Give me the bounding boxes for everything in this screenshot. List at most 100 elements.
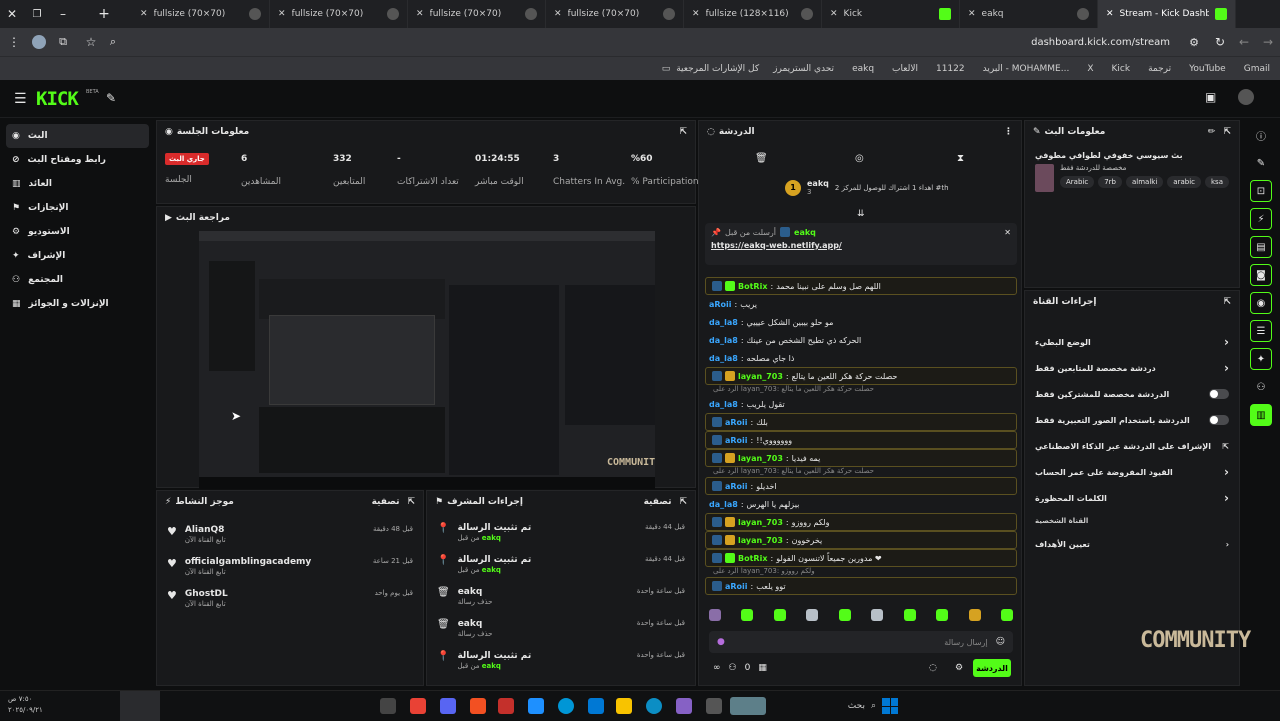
chat-message[interactable]: da_la8: الحركه ذي تطيح الشخص من عينك	[703, 331, 1019, 349]
taskbar-search[interactable]: بحث ⌕	[780, 695, 876, 717]
mod-action-item[interactable]: 🗑 eakq حذف رسالة قبل ساعة واحدة	[427, 581, 695, 613]
bookmark-item[interactable]: Gmail	[1244, 64, 1270, 74]
calendar-icon[interactable]: ▦	[758, 663, 767, 673]
stream-tag[interactable]: Arabic	[1060, 176, 1095, 188]
close-window-icon[interactable]: ✕	[0, 7, 24, 21]
close-tab-icon[interactable]: ✕	[1106, 9, 1114, 19]
close-tab-icon[interactable]: ✕	[140, 9, 148, 19]
gift-leaderboard[interactable]: 1 eakq 3 اهداء 1 اشتراك للوصول للمركز 2 #…	[785, 179, 949, 196]
gear-icon[interactable]: ⚙	[955, 663, 963, 673]
chat-username[interactable]: aRoii	[725, 436, 748, 445]
channel-setting-row[interactable]: الدردشة مخصصة للمشتركين فقط	[1025, 381, 1239, 407]
chat-username[interactable]: da_la8	[709, 318, 738, 327]
capture-icon[interactable]: ⊡	[1250, 180, 1272, 202]
close-tab-icon[interactable]: ✕	[692, 9, 700, 19]
channel-setting-row[interactable]: الكلمات المحظورة ›	[1025, 485, 1239, 511]
pinned-user[interactable]: eakq	[794, 228, 816, 237]
emote-icon[interactable]	[903, 609, 916, 621]
activity-user[interactable]: GhostDL	[185, 589, 228, 599]
app-icon[interactable]	[706, 698, 722, 714]
sidebar-item[interactable]: ◉ البث	[6, 124, 149, 148]
bookmark-star-icon[interactable]: ☆	[80, 35, 102, 49]
emote-icon[interactable]	[838, 609, 851, 621]
bookmark-item[interactable]: YouTube	[1189, 64, 1226, 74]
chat-username[interactable]: layan_703	[738, 454, 783, 463]
activity-item[interactable]: ♥ AlianQ8 تابع القناة الآن قبل 48 دقيقة	[157, 519, 423, 551]
chat-settings-bubble-icon[interactable]: ◌	[929, 663, 937, 673]
popout-icon[interactable]: ⇱	[679, 127, 687, 137]
wrench-icon[interactable]: ✦	[1250, 348, 1272, 370]
channel-setting-row[interactable]: الدردشة باستخدام الصور التعبيرية فقط	[1025, 407, 1239, 433]
chat-message[interactable]: layan_703: حصلت حركة هكر اللعين ما يتالع	[705, 367, 1017, 385]
send-chat-button[interactable]: الدردشة	[973, 659, 1011, 677]
sidebar-item[interactable]: ✦ الإشراف	[6, 244, 149, 268]
close-tab-icon[interactable]: ✕	[278, 9, 286, 19]
windows-start-icon[interactable]	[882, 698, 898, 714]
app-icon[interactable]	[676, 698, 692, 714]
mic-icon[interactable]: ●	[717, 637, 725, 647]
chat-message[interactable]: layan_703: ولكم رووزو	[705, 513, 1017, 531]
people-icon[interactable]: ⚇	[729, 663, 737, 673]
activity-user[interactable]: officialgamblingacademy	[185, 557, 311, 567]
emote-icon[interactable]	[709, 609, 721, 621]
sidebar-item[interactable]: ⚙ الاستوديو	[6, 220, 149, 244]
emoji-icon[interactable]: ☺	[996, 637, 1005, 647]
discord-icon[interactable]	[440, 698, 456, 714]
scroll-down-icon[interactable]: ⇊	[857, 209, 865, 219]
chat-username[interactable]: aRoii	[725, 418, 748, 427]
chat-message[interactable]: aRoii: توو يلعب	[705, 577, 1017, 595]
close-tab-icon[interactable]: ✕	[554, 9, 562, 19]
browser-tab[interactable]: ✕ fullsize (70×70)	[546, 0, 684, 28]
browser-tab[interactable]: ✕ fullsize (70×70)	[132, 0, 270, 28]
bookmark-item[interactable]: Kick	[1112, 64, 1131, 74]
chat-username[interactable]: aRoii	[725, 482, 748, 491]
list-icon[interactable]: ☰	[1250, 320, 1272, 342]
browser-tab[interactable]: ✕ fullsize (70×70)	[270, 0, 408, 28]
chat-username[interactable]: layan_703	[738, 518, 783, 527]
bookmark-item[interactable]: تحدي الستريمرز	[773, 64, 834, 74]
sidebar-item[interactable]: ⊘ رابط ومفتاح البث	[6, 148, 149, 172]
hamburger-icon[interactable]: ☰	[14, 91, 27, 107]
browser-tab[interactable]: ✕ fullsize (128×116)	[684, 0, 822, 28]
goals-row[interactable]: تعيين الأهداف ›	[1025, 531, 1239, 557]
sidebar-item[interactable]: ⚇ المجتمع	[6, 268, 149, 292]
app-icon[interactable]	[498, 698, 514, 714]
user-avatar[interactable]	[1238, 89, 1254, 105]
stream-tag[interactable]: 7rb	[1098, 176, 1122, 188]
channel-setting-row[interactable]: الوضع البطيء ›	[1025, 329, 1239, 355]
activity-item[interactable]: ♥ GhostDL تابع القناة الآن قبل يوم واحد	[157, 583, 423, 615]
lightning-icon[interactable]: ⚡	[1250, 208, 1272, 230]
popout-icon[interactable]: ⇱	[679, 497, 687, 507]
store-icon[interactable]	[588, 698, 604, 714]
chat-message[interactable]: aRoii: بلك	[705, 413, 1017, 431]
edge-icon[interactable]	[646, 698, 662, 714]
app-icon[interactable]	[528, 698, 544, 714]
emote-icon[interactable]	[968, 609, 981, 621]
all-bookmarks-folder[interactable]: ▭ كل الإشارات المرجعية	[652, 64, 759, 74]
site-settings-icon[interactable]: ⚙	[1180, 36, 1208, 49]
bookmark-item[interactable]: الالعاب	[892, 64, 918, 74]
timer-icon[interactable]: ⧗	[957, 153, 964, 164]
dashboard-icon[interactable]: ▣	[1205, 90, 1216, 104]
chat-username[interactable]: da_la8	[709, 354, 738, 363]
url-field[interactable]: dashboard.kick.com/stream	[124, 37, 1180, 48]
close-tab-icon[interactable]: ✕	[830, 9, 838, 19]
bookmark-item[interactable]: X	[1087, 64, 1093, 74]
hp-icon[interactable]	[558, 698, 574, 714]
weather-widget[interactable]	[730, 697, 766, 715]
document-icon[interactable]: ▤	[1250, 236, 1272, 258]
browser-tab[interactable]: ✕ Stream - Kick Dashboard	[1098, 0, 1236, 28]
emote-icon[interactable]	[871, 609, 884, 621]
emote-icon[interactable]	[806, 609, 819, 621]
chat-message[interactable]: aRoii: !!ووووووي	[705, 431, 1017, 449]
setting-toggle[interactable]	[1209, 415, 1229, 425]
chat-message[interactable]: da_la8: تقول يلريب	[703, 395, 1019, 413]
chat-message[interactable]: da_la8: ذا جاي مصلحه	[703, 349, 1019, 367]
chat-username[interactable]: layan_703	[738, 372, 783, 381]
close-tab-icon[interactable]: ✕	[968, 9, 976, 19]
pin-icon[interactable]: ✎	[106, 91, 116, 105]
extensions-icon[interactable]: ⧉	[46, 35, 80, 49]
chat-username[interactable]: aRoii	[725, 582, 748, 591]
app-icon[interactable]	[470, 698, 486, 714]
chat-message[interactable]: layan_703: يمه فيديا	[705, 449, 1017, 467]
